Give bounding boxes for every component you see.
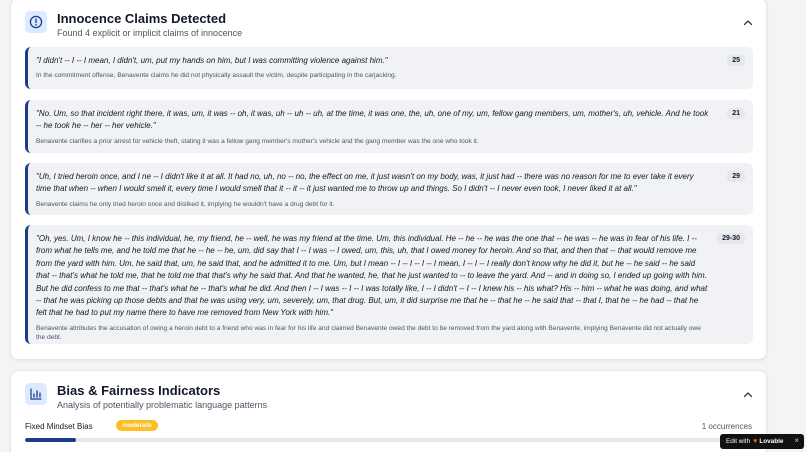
claim-item: "No. Um, so that incident right there, i…	[25, 100, 753, 153]
lovable-brand: ♥ Lovable	[753, 438, 783, 445]
claim-item: "I didn't -- I -- I mean, I didn't, um, …	[25, 47, 753, 89]
innocence-claims-subtitle: Found 4 explicit or implicit claims of i…	[57, 28, 243, 38]
claim-quote: "I didn't -- I -- I mean, I didn't, um, …	[36, 56, 388, 65]
claim-item: "Oh, yes. Um, I know he -- this individu…	[25, 225, 753, 344]
claim-page-badge: 25	[727, 55, 745, 66]
occurrence-count: 1 occurrences	[701, 422, 752, 431]
lovable-brand-label: Lovable	[759, 438, 784, 445]
claim-quote: "No. Um, so that incident right there, i…	[36, 109, 709, 131]
claim-explanation: Benavente clarifies a prior arrest for v…	[36, 137, 479, 145]
chevron-up-icon[interactable]	[742, 17, 754, 27]
bias-level-bar	[25, 438, 752, 442]
bias-indicator-row: Fixed Mindset Bias moderate 1 occurrence…	[25, 420, 752, 435]
edit-with-lovable-badge[interactable]: Edit with ♥ Lovable ×	[720, 434, 804, 449]
bias-level-fill	[25, 438, 76, 442]
severity-badge: moderate	[116, 420, 158, 431]
bar-chart-icon	[25, 383, 47, 405]
claim-page-badge: 29	[727, 171, 745, 182]
innocence-claims-card: Innocence Claims Detected Found 4 explic…	[10, 0, 767, 360]
innocence-claims-title: Innocence Claims Detected	[57, 11, 227, 26]
claim-explanation: Benavente claims he only tried heroin on…	[36, 200, 335, 208]
claim-page-badge: 21	[727, 108, 745, 119]
claim-explanation: In the commitment offense, Benavente cla…	[36, 72, 397, 80]
innocence-claims-header[interactable]: Innocence Claims Detected Found 4 explic…	[11, 0, 766, 43]
claim-explanation: Benavente attributes the accusation of o…	[36, 324, 701, 342]
alert-circle-icon	[25, 11, 47, 33]
bias-fairness-card: Bias & Fairness Indicators Analysis of p…	[10, 370, 767, 452]
lovable-heart-icon: ♥	[753, 438, 758, 445]
bias-indicator-label: Fixed Mindset Bias	[25, 422, 93, 431]
claim-quote: "Uh, I tried heroin once, and I ne -- I …	[36, 172, 694, 194]
bias-fairness-subtitle: Analysis of potentially problematic lang…	[57, 400, 268, 410]
claim-quote: "Oh, yes. Um, I know he -- this individu…	[36, 234, 708, 318]
bias-fairness-header[interactable]: Bias & Fairness Indicators Analysis of p…	[11, 371, 766, 415]
bias-fairness-title: Bias & Fairness Indicators	[57, 383, 221, 398]
lovable-prefix: Edit with	[726, 438, 751, 445]
close-icon[interactable]: ×	[794, 436, 799, 445]
claim-page-badge: 29-30	[717, 233, 745, 244]
chevron-up-icon[interactable]	[742, 389, 754, 399]
claim-item: "Uh, I tried heroin once, and I ne -- I …	[25, 163, 753, 215]
